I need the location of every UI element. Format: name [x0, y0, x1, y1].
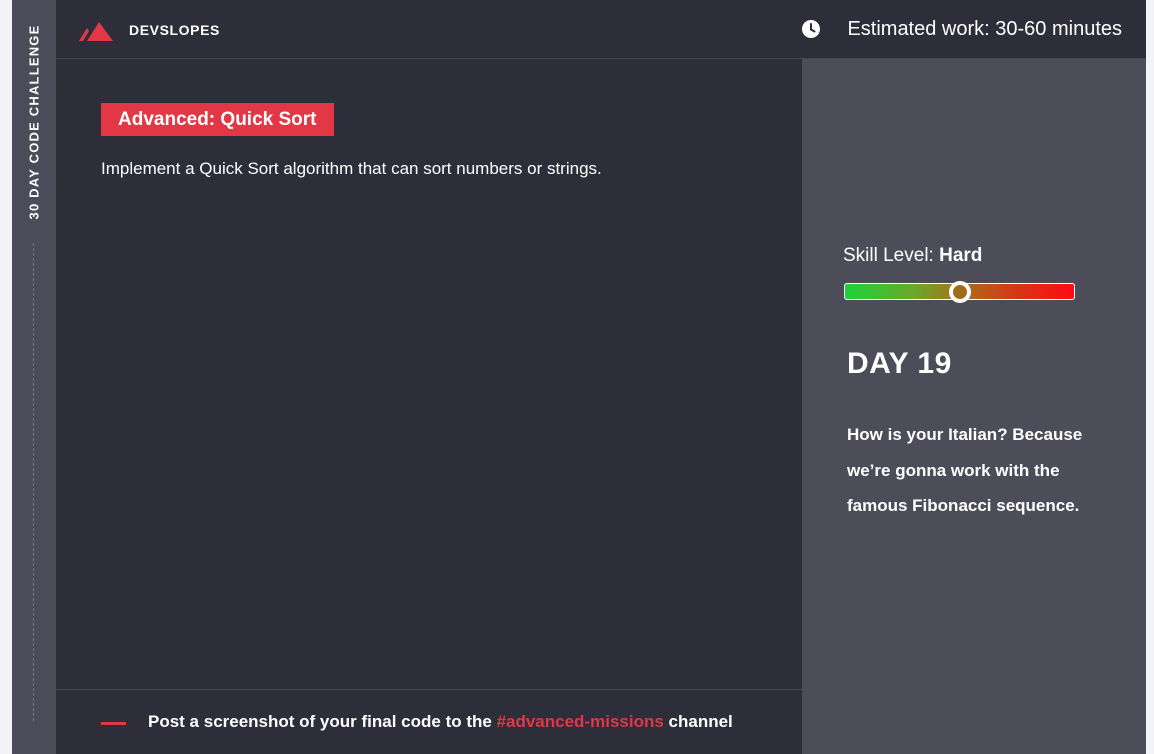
info-panel: Skill Level: Hard DAY 19 How is your Ita… [802, 59, 1146, 754]
skill-level: Skill Level: Hard [843, 245, 982, 267]
challenge-title-badge: Advanced: Quick Sort [101, 103, 334, 136]
channel-name: #advanced-missions [496, 712, 664, 731]
day-tagline: How is your Italian? Because we’re gonna… [847, 425, 1083, 515]
estimated-work: Estimated work: 30-60 minutes [847, 18, 1122, 40]
skill-level-value: Hard [939, 245, 983, 266]
challenge-card: 30 DAY CODE CHALLENGE DEVSLOPES Estimate… [12, 0, 1146, 754]
challenge-content: Advanced: Quick Sort Implement a Quick S… [56, 60, 802, 690]
skill-level-label: Skill Level: [843, 245, 940, 266]
header: DEVSLOPES Estimated work: 30-60 minutes [56, 0, 1146, 59]
footer-instructions: Post a screenshot of your final code to … [148, 712, 733, 732]
skill-level-indicator [948, 280, 971, 303]
rail-dashed-line [33, 243, 34, 721]
mountain-logo-icon [79, 22, 113, 41]
side-rail: 30 DAY CODE CHALLENGE [12, 0, 56, 754]
challenge-description: Implement a Quick Sort algorithm that ca… [101, 159, 602, 178]
brand-name: DEVSLOPES [129, 22, 220, 38]
day-number: DAY 19 [847, 347, 952, 380]
footer-text-start: Post a screenshot of your final code to … [148, 712, 497, 731]
skill-level-meter [844, 280, 1075, 303]
footer-text-end: channel [663, 712, 733, 731]
clock-icon [802, 20, 820, 38]
footer: Post a screenshot of your final code to … [56, 689, 802, 754]
footer-accent-dash [101, 722, 126, 725]
rail-title: 30 DAY CODE CHALLENGE [26, 24, 42, 220]
